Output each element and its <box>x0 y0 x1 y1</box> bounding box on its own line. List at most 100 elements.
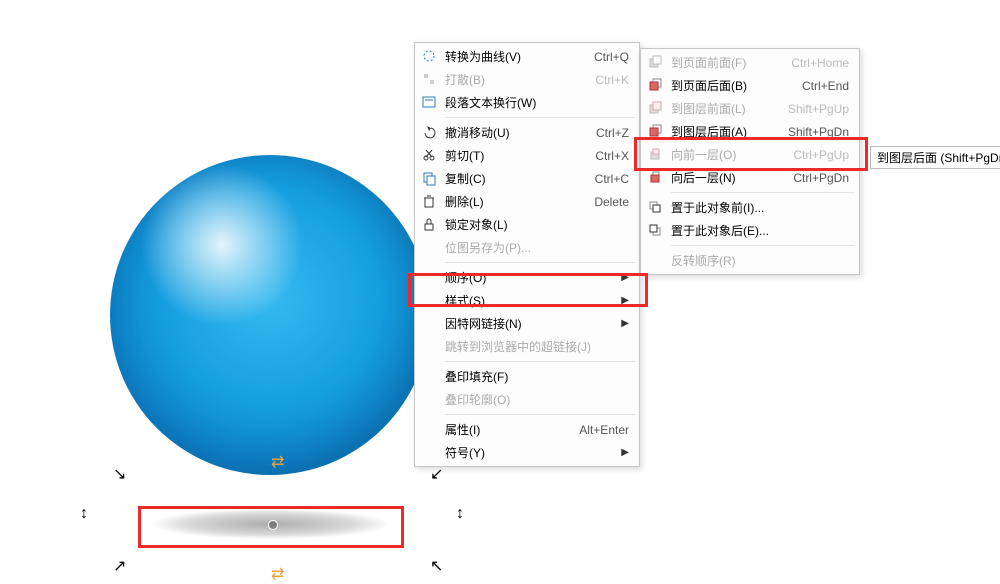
submenu-arrow-icon: ▶ <box>621 295 629 306</box>
in-front-icon <box>647 199 663 215</box>
menu-item-label: 置于此对象前(I)... <box>671 199 849 216</box>
separator <box>445 117 635 118</box>
jump-hyperlink-item: 跳转到浏览器中的超链接(J) <box>415 335 639 358</box>
shortcut-label: Ctrl+Home <box>791 56 849 70</box>
shortcut-label: Ctrl+PgUp <box>793 148 849 162</box>
separator <box>445 414 635 415</box>
blue-sphere[interactable] <box>110 155 430 475</box>
menu-item-label: 撤消移动(U) <box>445 124 596 141</box>
submenu-arrow-icon: ▶ <box>621 318 629 329</box>
menu-item-label: 转换为曲线(V) <box>445 48 594 65</box>
separator <box>445 361 635 362</box>
menu-item-label: 段落文本换行(W) <box>445 94 629 111</box>
selection-handle-icon[interactable]: ↕ <box>80 505 88 523</box>
menu-item-label: 到图层后面(A) <box>671 123 788 140</box>
trash-icon <box>421 193 437 209</box>
back-one-icon <box>647 169 663 185</box>
convert-icon <box>421 48 437 64</box>
style-submenu-item[interactable]: 样式(S)▶ <box>415 289 639 312</box>
overprint-fill-item[interactable]: 叠印填充(F) <box>415 365 639 388</box>
menu-item-label: 打散(B) <box>445 71 595 88</box>
page-back-icon <box>647 77 663 93</box>
shortcut-label: Ctrl+PgDn <box>793 171 849 185</box>
selection-handle-icon[interactable]: ⇄ <box>271 564 284 584</box>
page-front-icon <box>647 54 663 70</box>
separator <box>671 192 855 193</box>
break-apart-item: 打散(B)Ctrl+K <box>415 68 639 91</box>
menu-item-label: 剪切(T) <box>445 147 595 164</box>
menu-item-label: 样式(S) <box>445 292 621 309</box>
place-in-front-item[interactable]: 置于此对象前(I)... <box>641 196 859 219</box>
to-layer-back-item[interactable]: 到图层后面(A)Shift+PgDn <box>641 120 859 143</box>
order-submenu: 到页面前面(F)Ctrl+Home 到页面后面(B)Ctrl+End 到图层前面… <box>640 48 860 275</box>
symbol-submenu-item[interactable]: 符号(Y)▶ <box>415 441 639 464</box>
copy-item[interactable]: 复制(C)Ctrl+C <box>415 167 639 190</box>
shortcut-label: Ctrl+End <box>802 79 849 93</box>
save-bitmap-item: 位图另存为(P)... <box>415 236 639 259</box>
menu-item-label: 向后一层(N) <box>671 169 793 186</box>
lock-icon <box>421 216 437 232</box>
selection-handle-icon[interactable]: ↗ <box>113 556 126 576</box>
menu-item-label: 反转顺序(R) <box>671 252 849 269</box>
selection-handle-icon[interactable]: ⇄ <box>271 452 284 472</box>
layer-front-icon <box>647 100 663 116</box>
menu-item-label: 复制(C) <box>445 170 595 187</box>
menu-item-label: 到页面后面(B) <box>671 77 802 94</box>
menu-item-label: 删除(L) <box>445 193 594 210</box>
wrap-icon <box>421 94 437 110</box>
menu-item-label: 符号(Y) <box>445 444 621 461</box>
shortcut-label: Ctrl+Q <box>594 50 629 64</box>
selection-handle-icon[interactable]: ↖ <box>430 556 443 576</box>
cut-icon <box>421 147 437 163</box>
separator <box>445 262 635 263</box>
forward-one-icon <box>647 146 663 162</box>
shortcut-label: Ctrl+C <box>595 172 629 186</box>
menu-item-label: 属性(I) <box>445 421 579 438</box>
menu-item-label: 叠印填充(F) <box>445 368 629 385</box>
copy-icon <box>421 170 437 186</box>
menu-item-label: 置于此对象后(E)... <box>671 222 849 239</box>
shortcut-label: Shift+PgUp <box>788 102 849 116</box>
to-page-front-item: 到页面前面(F)Ctrl+Home <box>641 51 859 74</box>
break-icon <box>421 71 437 87</box>
context-menu: 转换为曲线(V)Ctrl+Q 打散(B)Ctrl+K 段落文本换行(W) 撤消移… <box>414 42 640 467</box>
order-submenu-item[interactable]: 顺序(O)▶ <box>415 266 639 289</box>
internet-link-submenu-item[interactable]: 因特网链接(N)▶ <box>415 312 639 335</box>
submenu-arrow-icon: ▶ <box>621 272 629 283</box>
shortcut-label: Ctrl+X <box>595 149 629 163</box>
canvas: ↘ ↙ ↗ ↖ ↕ ↕ ⇄ ⇄ <box>0 50 460 540</box>
shortcut-label: Ctrl+Z <box>596 126 629 140</box>
menu-item-label: 锁定对象(L) <box>445 216 629 233</box>
shortcut-label: Ctrl+K <box>595 73 629 87</box>
to-layer-front-item: 到图层前面(L)Shift+PgUp <box>641 97 859 120</box>
shortcut-label: Alt+Enter <box>579 423 629 437</box>
menu-item-label: 位图另存为(P)... <box>445 239 629 256</box>
lock-item[interactable]: 锁定对象(L) <box>415 213 639 236</box>
menu-item-label: 叠印轮廓(O) <box>445 391 629 408</box>
selection-handle-icon[interactable]: ↘ <box>113 464 126 484</box>
shortcut-label: Delete <box>594 195 629 209</box>
overprint-outline-item: 叠印轮廓(O) <box>415 388 639 411</box>
to-page-back-item[interactable]: 到页面后面(B)Ctrl+End <box>641 74 859 97</box>
separator <box>671 245 855 246</box>
place-behind-item[interactable]: 置于此对象后(E)... <box>641 219 859 242</box>
submenu-arrow-icon: ▶ <box>621 447 629 458</box>
cut-item[interactable]: 剪切(T)Ctrl+X <box>415 144 639 167</box>
menu-item-label: 因特网链接(N) <box>445 315 621 332</box>
convert-to-curves-item[interactable]: 转换为曲线(V)Ctrl+Q <box>415 45 639 68</box>
undo-item[interactable]: 撤消移动(U)Ctrl+Z <box>415 121 639 144</box>
forward-one-item: 向前一层(O)Ctrl+PgUp <box>641 143 859 166</box>
menu-item-label: 到页面前面(F) <box>671 54 791 71</box>
menu-item-label: 跳转到浏览器中的超链接(J) <box>445 338 629 355</box>
back-one-item[interactable]: 向后一层(N)Ctrl+PgDn <box>641 166 859 189</box>
properties-item[interactable]: 属性(I)Alt+Enter <box>415 418 639 441</box>
annotation-box <box>138 506 404 548</box>
selection-handle-icon[interactable]: ↕ <box>456 505 464 523</box>
menu-item-label: 顺序(O) <box>445 269 621 286</box>
menu-item-label: 到图层前面(L) <box>671 100 788 117</box>
paragraph-wrap-item[interactable]: 段落文本换行(W) <box>415 91 639 114</box>
delete-item[interactable]: 删除(L)Delete <box>415 190 639 213</box>
selection-handle-icon[interactable]: ↙ <box>430 464 443 484</box>
undo-icon <box>421 124 437 140</box>
layer-back-icon <box>647 123 663 139</box>
